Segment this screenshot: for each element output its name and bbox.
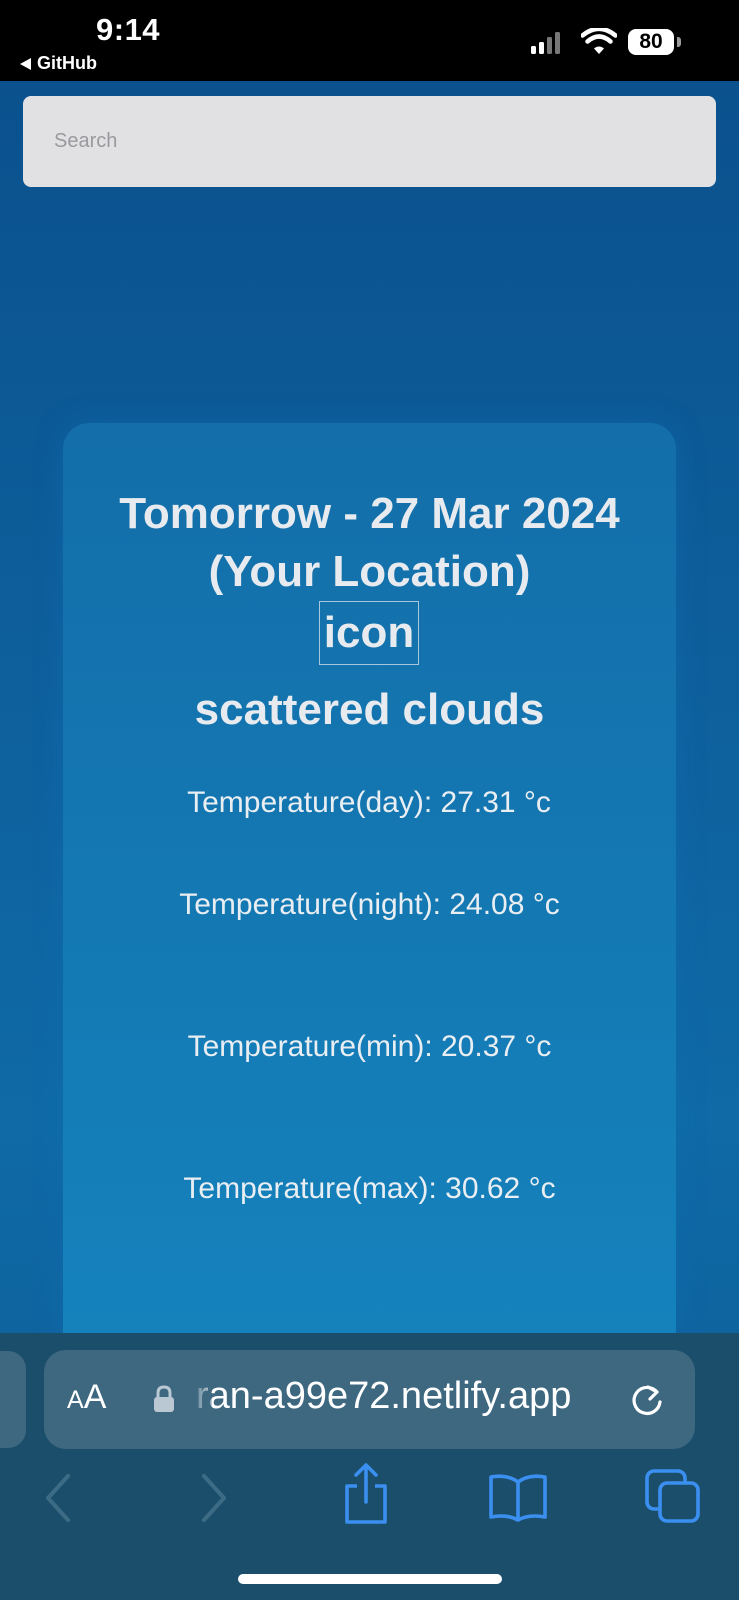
url-fade — [186, 1375, 212, 1425]
temperature-min: Temperature(min): 20.37 °c — [187, 1030, 552, 1063]
status-bar: 9:14 GitHub 80 — [0, 0, 739, 81]
wifi-icon — [581, 28, 617, 54]
forecast-title: Tomorrow - 27 Mar 2024 (Your Location) — [119, 489, 620, 596]
weather-card: Tomorrow - 27 Mar 2024 (Your Location) i… — [63, 423, 676, 1343]
reader-settings-button[interactable]: AA — [67, 1378, 106, 1417]
temperature-night: Temperature(night): 24.08 °c — [179, 888, 560, 921]
battery-nub — [677, 37, 681, 47]
reload-icon[interactable] — [628, 1380, 666, 1420]
tabs-icon[interactable] — [644, 1468, 702, 1524]
back-chevron-icon[interactable] — [40, 1470, 74, 1526]
temperature-day: Temperature(day): 27.31 °c — [187, 786, 551, 819]
search-input[interactable] — [23, 96, 716, 187]
previous-tab-peek[interactable] — [0, 1351, 26, 1448]
back-to-app-link[interactable]: GitHub — [20, 53, 97, 74]
battery-icon: 80 — [628, 29, 674, 55]
bookmarks-icon[interactable] — [487, 1472, 549, 1522]
lock-icon — [154, 1385, 174, 1412]
status-time: 9:14 — [96, 12, 161, 47]
share-icon[interactable] — [340, 1462, 392, 1526]
temperature-max: Temperature(max): 30.62 °c — [183, 1172, 556, 1205]
home-indicator — [238, 1574, 502, 1584]
back-triangle-icon — [20, 57, 31, 70]
url-text[interactable]: ran-a99e72.netlify.app — [196, 1375, 571, 1418]
weather-icon-placeholder: icon — [319, 601, 419, 665]
forward-chevron-icon[interactable] — [198, 1470, 232, 1526]
back-app-label: GitHub — [37, 53, 97, 73]
cellular-signal-icon — [531, 30, 560, 54]
weather-description: scattered clouds — [194, 685, 545, 734]
